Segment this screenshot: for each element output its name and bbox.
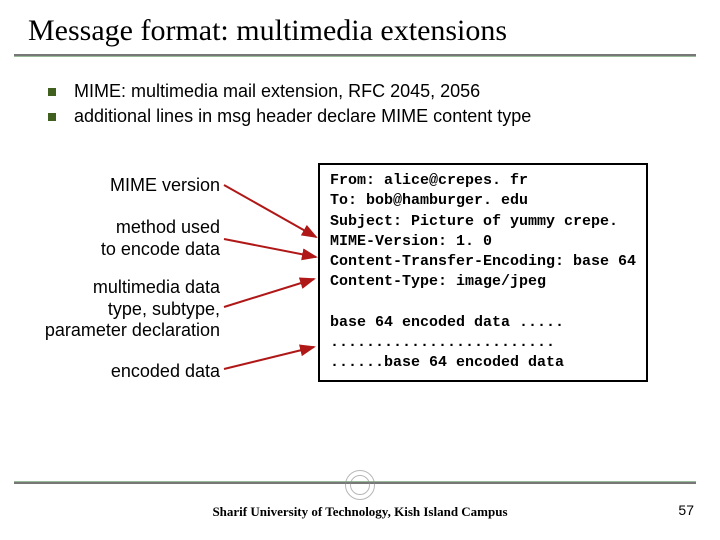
code-line: Content-Transfer-Encoding: base 64	[330, 253, 636, 270]
label-encoding-method: method used to encode data	[101, 217, 220, 260]
university-seal-icon	[345, 470, 375, 500]
arrow-connectors	[220, 167, 320, 427]
code-line: ......base 64 encoded data	[330, 354, 564, 371]
label-mime-version: MIME version	[110, 175, 220, 197]
slide: Message format: multimedia extensions MI…	[0, 0, 720, 540]
code-line: To: bob@hamburger. edu	[330, 192, 528, 209]
code-line: .........................	[330, 334, 555, 351]
label-content-type: multimedia data type, subtype, parameter…	[45, 277, 220, 342]
code-line: Content-Type: image/jpeg	[330, 273, 546, 290]
code-line: Subject: Picture of yummy crepe.	[330, 213, 618, 230]
code-line: MIME-Version: 1. 0	[330, 233, 492, 250]
title-underline	[14, 54, 696, 57]
code-line: From: alice@crepes. fr	[330, 172, 528, 189]
bullet-item: MIME: multimedia mail extension, RFC 204…	[48, 81, 720, 102]
bullet-text: MIME: multimedia mail extension, RFC 204…	[74, 81, 480, 102]
diagram-area: MIME version method used to encode data …	[0, 169, 720, 439]
bullet-list: MIME: multimedia mail extension, RFC 204…	[48, 81, 720, 127]
page-number: 57	[678, 502, 694, 518]
footer-text: Sharif University of Technology, Kish Is…	[0, 504, 720, 520]
bullet-item: additional lines in msg header declare M…	[48, 106, 720, 127]
bullet-icon	[48, 88, 56, 96]
slide-title: Message format: multimedia extensions	[0, 0, 720, 48]
bullet-text: additional lines in msg header declare M…	[74, 106, 531, 127]
bullet-icon	[48, 113, 56, 121]
label-encoded-data: encoded data	[111, 361, 220, 383]
code-line: base 64 encoded data .....	[330, 314, 564, 331]
mime-message-box: From: alice@crepes. fr To: bob@hamburger…	[318, 163, 648, 382]
